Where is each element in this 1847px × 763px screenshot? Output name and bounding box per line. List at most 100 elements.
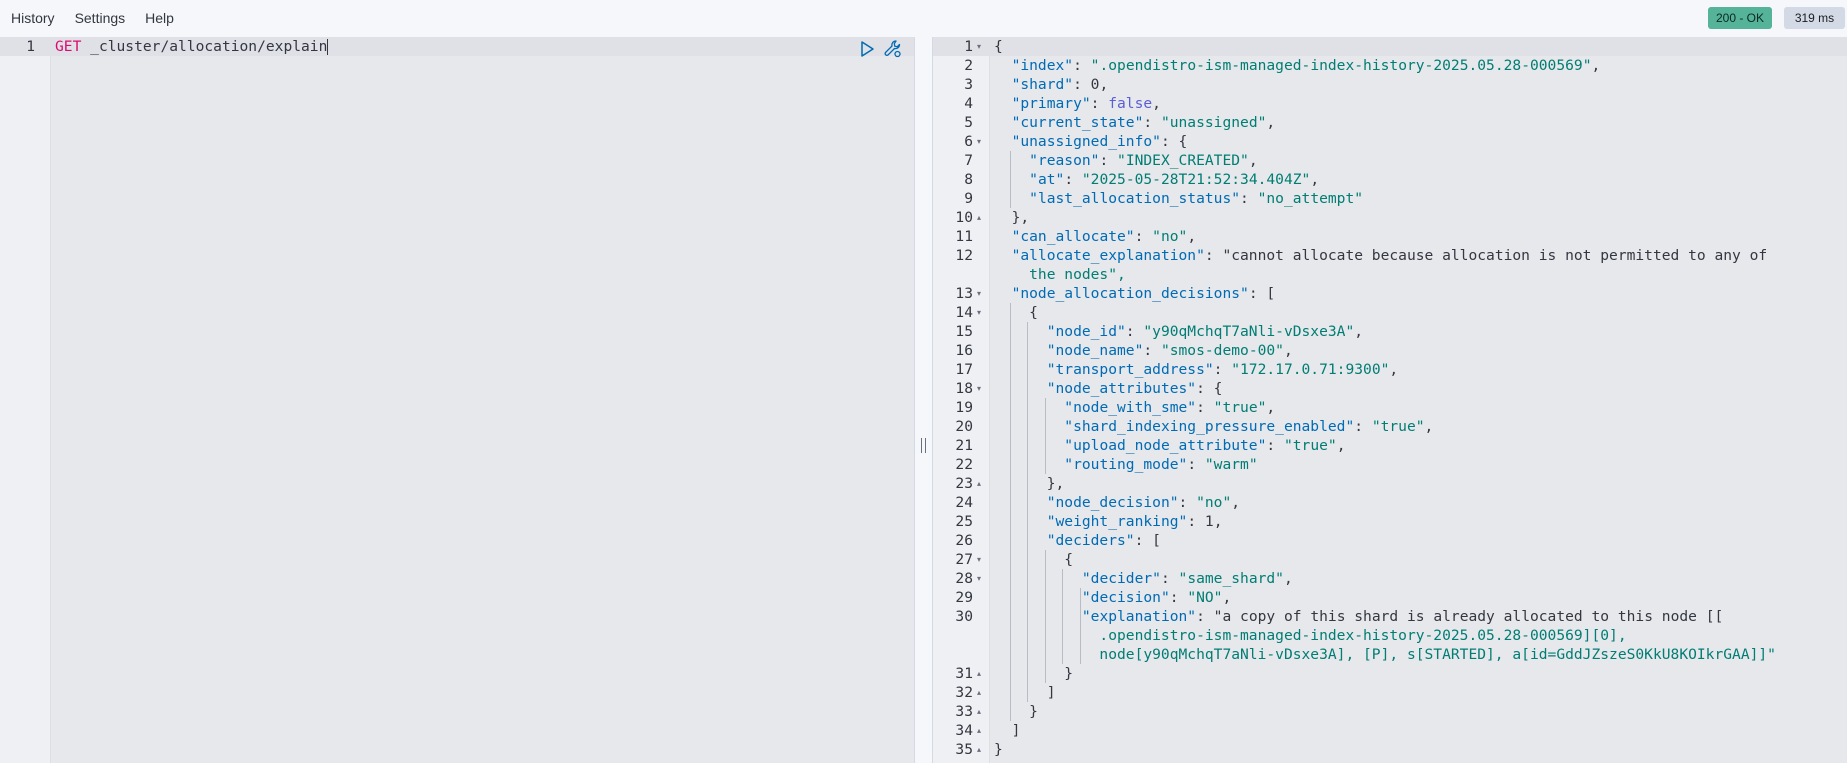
response-line: { — [994, 304, 1038, 321]
unfold-arrow-icon[interactable]: ▴ — [977, 208, 981, 227]
response-line-number: 31 — [955, 665, 973, 682]
response-line-number: 17 — [955, 361, 973, 378]
unfold-arrow-icon[interactable]: ▴ — [977, 721, 981, 740]
response-line-number: 33 — [955, 703, 973, 720]
response-line-number: 12 — [955, 247, 973, 264]
unfold-arrow-icon[interactable]: ▴ — [977, 474, 981, 493]
response-line-number: 24 — [955, 494, 973, 511]
response-line-number: 15 — [955, 323, 973, 340]
response-line: "deciders": [ — [1046, 532, 1161, 549]
response-line-number: 34 — [955, 722, 973, 739]
response-line-number: 2 — [964, 57, 973, 74]
response-line: "primary": false, — [1011, 95, 1161, 112]
response-line: "current_state": "unassigned", — [1011, 114, 1276, 131]
response-line-number: 20 — [955, 418, 973, 435]
request-method: GET — [55, 38, 82, 55]
response-line-number: 27 — [955, 551, 973, 568]
response-line: the nodes", — [994, 266, 1126, 283]
response-line: node[y90qMchqT7aNli-vDsxe3A], [P], s[STA… — [994, 646, 1776, 663]
wrench-icon[interactable] — [883, 39, 903, 59]
response-line: { — [994, 38, 1003, 55]
text-cursor — [327, 39, 329, 55]
response-line: "decider": "same_shard", — [1081, 570, 1293, 587]
response-line-number: 22 — [955, 456, 973, 473]
response-line: "transport_address": "172.17.0.71:9300", — [1046, 361, 1399, 378]
response-line-number: 6 — [964, 133, 973, 150]
response-line: .opendistro-ism-managed-index-history-20… — [994, 627, 1627, 644]
menu-history[interactable]: History — [0, 0, 65, 37]
response-line: "reason": "INDEX_CREATED", — [1029, 152, 1258, 169]
response-line: "upload_node_attribute": "true", — [1064, 437, 1346, 454]
pane-resizer[interactable] — [914, 37, 933, 763]
response-line: "node_id": "y90qMchqT7aNli-vDsxe3A", — [1046, 323, 1364, 340]
fold-arrow-icon[interactable]: ▾ — [977, 37, 981, 56]
unfold-arrow-icon[interactable]: ▴ — [977, 664, 981, 683]
response-line-number: 1 — [964, 38, 973, 55]
fold-arrow-icon[interactable]: ▾ — [977, 569, 981, 588]
response-line-number: 29 — [955, 589, 973, 606]
unfold-arrow-icon[interactable]: ▴ — [977, 702, 981, 721]
fold-arrow-icon[interactable]: ▾ — [977, 379, 981, 398]
response-line-number: 35 — [955, 741, 973, 758]
response-line: } — [994, 741, 1003, 758]
menu-settings[interactable]: Settings — [65, 0, 136, 37]
fold-arrow-icon[interactable]: ▾ — [977, 303, 981, 322]
response-line: "weight_ranking": 1, — [1046, 513, 1223, 530]
response-line: "explanation": "a copy of this shard is … — [1081, 608, 1724, 625]
unfold-arrow-icon[interactable]: ▴ — [977, 683, 981, 702]
unfold-arrow-icon[interactable]: ▴ — [977, 740, 981, 759]
menu-bar: History Settings Help — [0, 0, 184, 37]
response-line-number: 7 — [964, 152, 973, 169]
resize-handle-icon[interactable] — [921, 438, 926, 453]
response-line-number: 11 — [955, 228, 973, 245]
response-viewer[interactable]: 1 ▾ 2 3 4 5 6 ▾ 7 8 9 10 ▴ 11 12 13 ▾ 14 ▾ 15 16 17 18 ▾ 19 20 21 2… — [933, 37, 1847, 763]
fold-arrow-icon[interactable]: ▾ — [977, 284, 981, 303]
response-line: } — [994, 703, 1038, 720]
response-line: "routing_mode": "warm" — [1064, 456, 1258, 473]
response-line: "can_allocate": "no", — [1011, 228, 1197, 245]
response-line-number: 23 — [955, 475, 973, 492]
response-line: "last_allocation_status": "no_attempt" — [1029, 190, 1364, 207]
response-line: "node_name": "smos-demo-00", — [1046, 342, 1293, 359]
menu-help[interactable]: Help — [135, 0, 184, 37]
request-actions — [857, 39, 903, 59]
response-line: "node_with_sme": "true", — [1064, 399, 1276, 416]
response-line-number: 18 — [955, 380, 973, 397]
response-line: } — [994, 665, 1074, 682]
response-line: "at": "2025-05-28T21:52:34.404Z", — [1029, 171, 1320, 188]
response-line: ] — [994, 684, 1056, 701]
response-line-number: 9 — [964, 190, 973, 207]
request-line[interactable]: GET _cluster/allocation/explain — [55, 37, 329, 56]
response-line-number: 13 — [955, 285, 973, 302]
response-active-line — [933, 37, 1847, 56]
fold-arrow-icon[interactable]: ▾ — [977, 550, 981, 569]
response-line-number: 26 — [955, 532, 973, 549]
response-line-number: 3 — [964, 76, 973, 93]
response-line-number: 4 — [964, 95, 973, 112]
response-line-number: 30 — [955, 608, 973, 625]
top-toolbar: History Settings Help 200 - OK 319 ms — [0, 0, 1847, 38]
response-line-number: 28 — [955, 570, 973, 587]
request-gutter — [0, 37, 51, 763]
request-line-number: 1 — [26, 38, 35, 55]
response-line-number: 25 — [955, 513, 973, 530]
response-line: "allocate_explanation": "cannot allocate… — [1011, 247, 1768, 264]
response-line: "shard_indexing_pressure_enabled": "true… — [1064, 418, 1434, 435]
response-line-number: 32 — [955, 684, 973, 701]
response-line: "decision": "NO", — [1081, 589, 1232, 606]
response-line-number: 14 — [955, 304, 973, 321]
response-line-number: 16 — [955, 342, 973, 359]
response-line: "node_decision": "no", — [1046, 494, 1241, 511]
play-icon[interactable] — [857, 39, 877, 59]
response-line-number: 8 — [964, 171, 973, 188]
response-line: { — [994, 551, 1074, 568]
status-code-badge: 200 - OK — [1708, 7, 1772, 29]
request-path: _cluster/allocation/explain — [90, 38, 328, 55]
response-line-number: 5 — [964, 114, 973, 131]
fold-arrow-icon[interactable]: ▾ — [977, 132, 981, 151]
request-editor[interactable]: 1 GET _cluster/allocation/explain — [0, 37, 914, 763]
response-line-number: 19 — [955, 399, 973, 416]
response-line-number: 21 — [955, 437, 973, 454]
response-line: "shard": 0, — [1011, 76, 1109, 93]
response-line: ] — [994, 722, 1021, 739]
